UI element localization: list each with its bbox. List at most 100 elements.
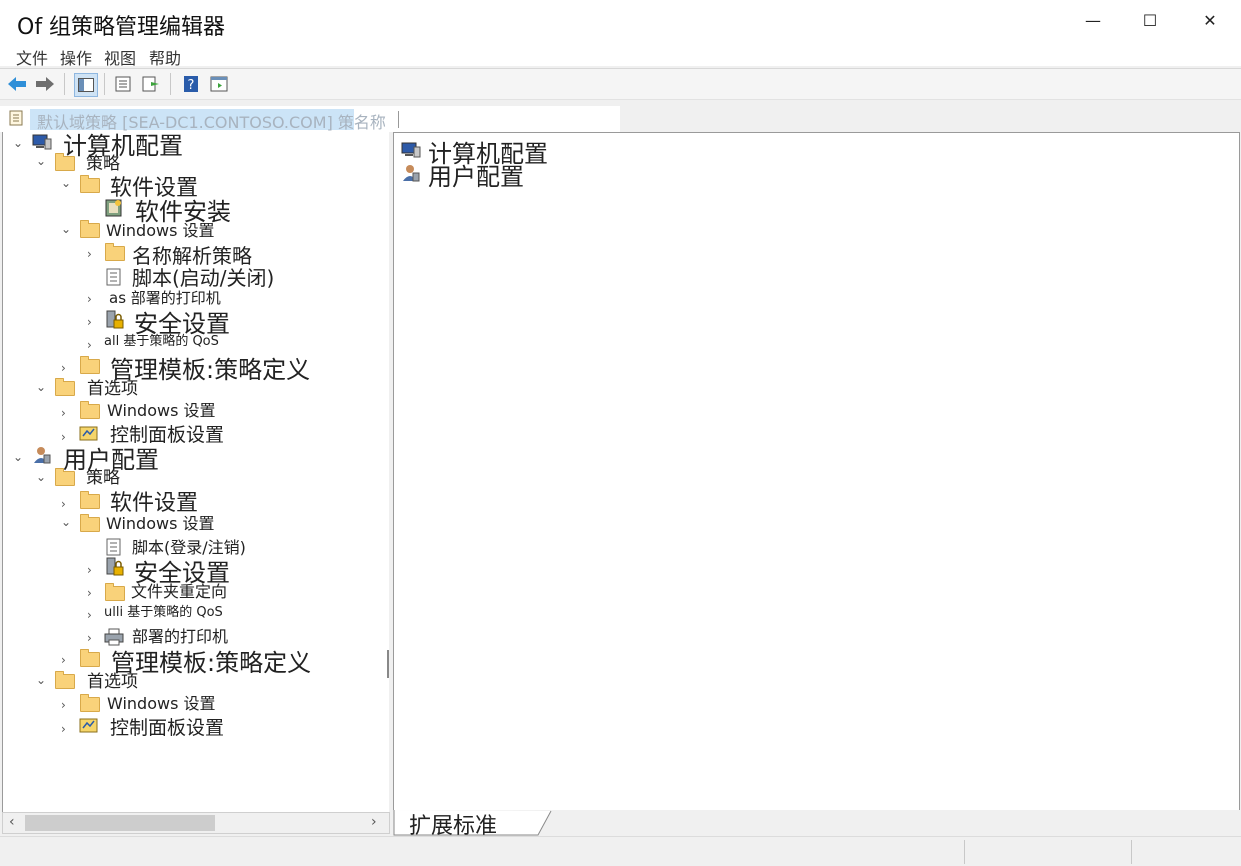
- chevron-right-icon[interactable]: ›: [87, 586, 92, 600]
- scrollbar-thumb[interactable]: [25, 815, 215, 831]
- folder-icon: [80, 401, 100, 419]
- tree-user-software-settings[interactable]: 软件设置: [110, 493, 198, 515]
- folder-icon: [55, 378, 75, 396]
- folder-icon: [105, 583, 125, 601]
- tree-computer-pref-control[interactable]: 控制面板设置: [110, 426, 224, 445]
- forward-icon[interactable]: [34, 73, 56, 95]
- tree-user-qos[interactable]: ulli 基于策略的 QoS: [104, 606, 223, 619]
- chevron-down-icon[interactable]: ⌄: [61, 515, 71, 529]
- text-caret: [398, 111, 399, 128]
- chevron-right-icon[interactable]: ›: [87, 338, 92, 352]
- menu-bar: 文件 操作 视图 帮助: [0, 44, 1241, 69]
- tree-computer-qos[interactable]: all 基于策略的 QoS: [104, 335, 219, 348]
- title-bar: Of 组策略管理编辑器 — ☐ ✕: [0, 0, 1241, 44]
- export-list-icon[interactable]: [140, 73, 162, 95]
- menu-help[interactable]: 帮助: [149, 45, 181, 69]
- chevron-right-icon[interactable]: ›: [61, 361, 66, 375]
- tree-computer-name-resolution[interactable]: 名称解析策略: [132, 246, 252, 266]
- status-divider: [964, 840, 965, 864]
- list-item-user-config[interactable]: 用户配置: [428, 165, 524, 189]
- toolbar-separator: [104, 73, 105, 95]
- tree-user-policies[interactable]: 策略: [86, 470, 120, 487]
- tree-user-folder-redirect[interactable]: 文件夹重定向: [131, 584, 227, 600]
- svg-text:?: ?: [188, 78, 195, 93]
- tree-user-windows-settings[interactable]: Windows 设置: [106, 516, 215, 532]
- scroll-right-icon[interactable]: ›: [371, 814, 377, 830]
- chevron-right-icon[interactable]: ›: [87, 292, 92, 306]
- folder-icon: [105, 243, 125, 261]
- horizontal-scrollbar[interactable]: ‹ ›: [2, 812, 390, 834]
- chevron-down-icon[interactable]: ⌄: [36, 154, 46, 168]
- chevron-right-icon[interactable]: ›: [61, 497, 66, 511]
- menu-file[interactable]: 文件: [16, 45, 48, 69]
- show-hide-tree-icon[interactable]: [74, 73, 98, 97]
- chevron-right-icon[interactable]: ›: [61, 430, 66, 444]
- tree-user-scripts[interactable]: 脚本(登录/注销): [132, 540, 246, 556]
- folder-icon: [55, 153, 75, 171]
- chevron-down-icon[interactable]: ⌄: [13, 450, 23, 464]
- tree-computer-policies[interactable]: 策略: [86, 156, 120, 173]
- back-icon[interactable]: [6, 73, 28, 95]
- tab-standard[interactable]: 标准: [453, 816, 497, 838]
- properties-icon[interactable]: [112, 73, 134, 95]
- security-lock-icon: [105, 310, 125, 334]
- minimize-button[interactable]: —: [1063, 0, 1123, 40]
- tree-user-printers[interactable]: 部署的打印机: [132, 629, 228, 645]
- tree-computer-preferences[interactable]: 首选项: [87, 381, 138, 398]
- chevron-down-icon[interactable]: ⌄: [13, 136, 23, 150]
- chevron-down-icon[interactable]: ⌄: [36, 470, 46, 484]
- chevron-right-icon[interactable]: ›: [87, 315, 92, 329]
- folder-icon: [80, 514, 100, 532]
- tree-computer-security[interactable]: 安全设置: [134, 312, 230, 336]
- chevron-down-icon[interactable]: ⌄: [61, 176, 71, 190]
- tree-computer-config[interactable]: 计算机配置: [63, 134, 183, 158]
- path-text[interactable]: 默认域策略 [SEA-DC1.CONTOSO.COM] 策名称: [37, 109, 386, 133]
- folder-icon: [55, 468, 75, 486]
- computer-icon: [31, 133, 53, 155]
- control-panel-icon: [79, 425, 99, 446]
- chevron-right-icon[interactable]: ›: [61, 698, 66, 712]
- menu-view[interactable]: 视图: [104, 45, 136, 69]
- window-title: Of 组策略管理编辑器: [17, 15, 226, 40]
- chevron-right-icon[interactable]: ›: [87, 631, 92, 645]
- tree-user-admin-templates[interactable]: 管理模板:策略定义: [111, 651, 311, 675]
- view-tabs: 扩展 标准: [393, 810, 1241, 838]
- tree-computer-admin-templates[interactable]: 管理模板:策略定义: [110, 358, 310, 382]
- chevron-right-icon[interactable]: ›: [61, 722, 66, 736]
- folder-icon: [80, 694, 100, 712]
- tree-computer-pref-windows[interactable]: Windows 设置: [107, 403, 216, 419]
- help-icon[interactable]: ?: [180, 73, 202, 95]
- security-lock-icon: [105, 557, 125, 581]
- tree-computer-scripts[interactable]: 脚本(启动/关闭): [132, 268, 274, 288]
- maximize-button[interactable]: ☐: [1120, 0, 1180, 40]
- details-pane: 计算机配置 用户配置: [393, 132, 1240, 812]
- tree-computer-windows-settings[interactable]: Windows 设置: [106, 223, 215, 239]
- chevron-down-icon[interactable]: ⌄: [61, 222, 71, 236]
- tree-user-preferences[interactable]: 首选项: [87, 674, 138, 691]
- menu-action[interactable]: 操作: [60, 45, 92, 69]
- show-action-pane-icon[interactable]: [208, 73, 230, 95]
- chevron-right-icon[interactable]: ›: [61, 653, 66, 667]
- chevron-down-icon[interactable]: ⌄: [36, 380, 46, 394]
- chevron-down-icon[interactable]: ⌄: [36, 673, 46, 687]
- tree-computer-printers[interactable]: as 部署的打印机: [109, 291, 221, 306]
- scroll-left-icon[interactable]: ‹: [9, 814, 15, 830]
- tree-computer-software-settings[interactable]: 软件设置: [110, 178, 198, 200]
- printer-icon: [103, 628, 125, 650]
- chevron-right-icon[interactable]: ›: [87, 563, 92, 577]
- script-icon: [106, 268, 122, 290]
- control-panel-icon: [79, 717, 99, 738]
- tree-user-pref-control[interactable]: 控制面板设置: [110, 719, 224, 738]
- chevron-right-icon[interactable]: ›: [61, 406, 66, 420]
- tree-pane[interactable]: ⌄ 计算机配置 ⌄ 策略 ⌄ 软件设置 软件安装 ⌄ Windows 设置 › …: [2, 132, 389, 812]
- toolbar-separator: [170, 73, 171, 95]
- close-button[interactable]: ✕: [1180, 0, 1240, 40]
- chevron-right-icon[interactable]: ›: [87, 608, 92, 622]
- user-icon: [32, 445, 52, 469]
- pane-splitter[interactable]: [387, 650, 389, 678]
- chevron-right-icon[interactable]: ›: [87, 247, 92, 261]
- scroll-policy-icon: [7, 109, 25, 131]
- tree-user-pref-windows[interactable]: Windows 设置: [107, 696, 216, 712]
- toolbar-separator: [64, 73, 65, 95]
- tab-extended[interactable]: 扩展: [409, 816, 453, 838]
